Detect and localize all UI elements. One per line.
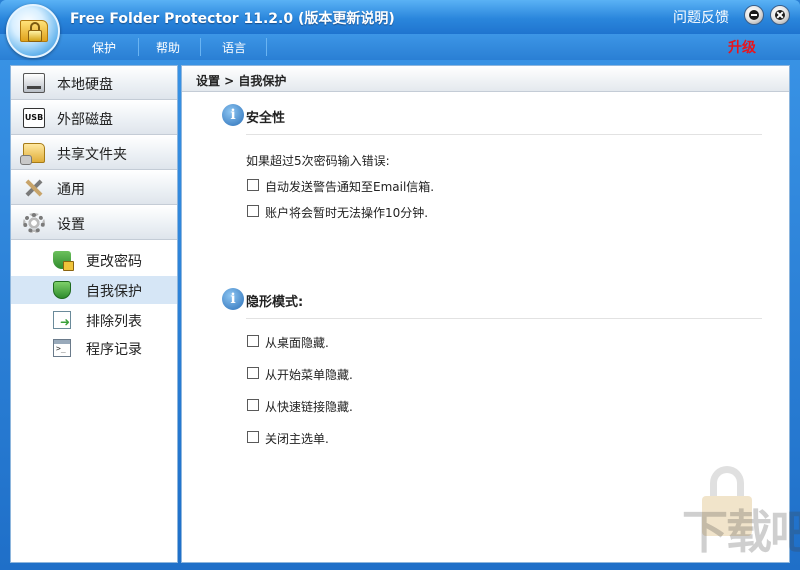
close-icon	[775, 10, 785, 20]
checkbox[interactable]	[247, 399, 259, 411]
section-divider	[246, 318, 762, 319]
sidebar-item-label: 共享文件夹	[57, 147, 127, 163]
sidebar-subitem-label: 自我保护	[86, 284, 142, 300]
checkbox-label: 关闭主选单.	[265, 432, 329, 446]
menu-language[interactable]: 语言	[222, 39, 246, 56]
shared-folder-icon	[20, 143, 45, 165]
minimize-button[interactable]	[744, 5, 764, 25]
app-logo-icon	[6, 4, 60, 58]
upgrade-link[interactable]: 升级	[728, 37, 756, 57]
checkbox[interactable]	[247, 367, 259, 379]
sidebar-item-label: 本地硬盘	[57, 77, 113, 93]
sidebar-item-settings[interactable]: 设置	[11, 206, 177, 240]
checkbox[interactable]	[247, 205, 259, 217]
menu-bar: 保护 帮助 语言 升级	[0, 34, 800, 60]
close-button[interactable]	[770, 5, 790, 25]
sidebar-item-external-disk[interactable]: USB 外部磁盘	[11, 101, 177, 135]
section-divider	[246, 134, 762, 135]
checkbox[interactable]	[247, 179, 259, 191]
breadcrumb: 设置 > 自我保护	[196, 74, 287, 88]
menu-help[interactable]: 帮助	[156, 39, 180, 56]
sidebar-subitem-change-password[interactable]: 更改密码	[11, 246, 177, 274]
watermark-text: 下载吧	[682, 505, 800, 559]
shield-lock-icon	[53, 251, 74, 271]
info-icon: i	[222, 288, 244, 310]
minimize-icon	[749, 10, 759, 20]
title-bar: Free Folder Protector 11.2.0 (版本更新说明) 问题…	[0, 0, 800, 34]
checkbox-label: 账户将会暂时无法操作10分钟.	[265, 206, 429, 220]
menu-divider	[138, 38, 139, 56]
sidebar-item-label: 通用	[57, 182, 85, 198]
sidebar-item-general[interactable]: 通用	[11, 171, 177, 205]
checkbox[interactable]	[247, 335, 259, 347]
stealth-section-header: i 隐形模式:	[222, 288, 762, 314]
sidebar-item-shared-folder[interactable]: 共享文件夹	[11, 136, 177, 170]
info-icon: i	[222, 104, 244, 126]
sidebar-subitem-self-protection[interactable]: 自我保护	[11, 276, 177, 304]
lock-icon	[28, 30, 42, 42]
section-title: 隐形模式:	[246, 295, 304, 310]
sidebar-subitem-exclude-list[interactable]: 排除列表	[11, 306, 177, 334]
sidebar-subitem-label: 程序记录	[86, 342, 142, 358]
menu-divider	[266, 38, 267, 56]
main-panel: 设置 > 自我保护 i 安全性 如果超过5次密码输入错误: 自动发送警告通知至E…	[181, 65, 800, 563]
menu-divider	[200, 38, 201, 56]
gear-icon	[23, 213, 45, 233]
settings-submenu: 更改密码 自我保护 排除列表 程序记录	[11, 242, 177, 562]
checkbox[interactable]	[247, 431, 259, 443]
sidebar-item-local-disk[interactable]: 本地硬盘	[11, 66, 177, 100]
sidebar-subitem-program-log[interactable]: 程序记录	[11, 334, 177, 362]
breadcrumb-bar: 设置 > 自我保护	[182, 66, 789, 92]
tools-icon	[23, 178, 45, 198]
sidebar-item-label: 外部磁盘	[57, 112, 113, 128]
sidebar-item-label: 设置	[57, 217, 85, 233]
security-section-header: i 安全性	[222, 104, 762, 130]
section-title: 安全性	[246, 111, 286, 126]
window-title: Free Folder Protector 11.2.0 (版本更新说明)	[70, 11, 395, 27]
checkbox-label: 从桌面隐藏.	[265, 336, 329, 350]
console-icon	[53, 339, 71, 357]
hard-disk-icon	[23, 73, 45, 93]
feedback-link[interactable]: 问题反馈	[673, 7, 729, 27]
checkbox-label: 从快速链接隐藏.	[265, 400, 353, 414]
password-attempts-prompt: 如果超过5次密码输入错误:	[246, 154, 390, 168]
shield-icon	[53, 281, 71, 299]
exclude-list-icon	[53, 311, 71, 329]
usb-icon: USB	[23, 108, 45, 128]
checkbox-label: 从开始菜单隐藏.	[265, 368, 353, 382]
menu-protect[interactable]: 保护	[92, 39, 116, 56]
sidebar-subitem-label: 排除列表	[86, 314, 142, 330]
sidebar: 本地硬盘 USB 外部磁盘 共享文件夹 通用 设置 更改密码 自我保护 ➜ 排除…	[10, 65, 178, 563]
checkbox-label: 自动发送警告通知至Email信箱.	[265, 180, 435, 194]
app-window: Free Folder Protector 11.2.0 (版本更新说明) 问题…	[0, 0, 800, 570]
sidebar-subitem-label: 更改密码	[86, 254, 142, 270]
